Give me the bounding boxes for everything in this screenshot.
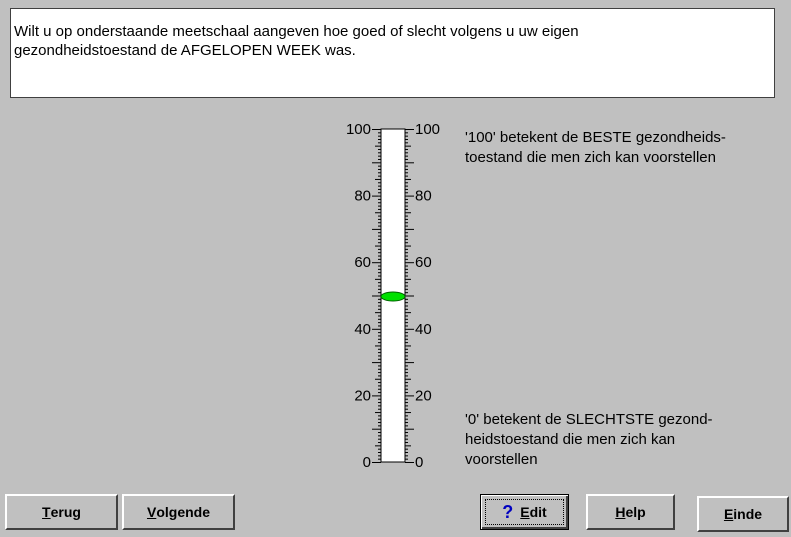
worst-description: '0' betekent de SLECHTSTE gezond- heidst… — [465, 410, 775, 470]
worst-description-line-2: heidstoestand die men zich kan — [465, 431, 676, 448]
edit-button[interactable]: ? Edit — [480, 494, 569, 530]
worst-description-line-3: voorstellen — [465, 451, 538, 468]
help-button[interactable]: Help — [586, 494, 675, 530]
worst-description-line-1: '0' betekent de SLECHTSTE gezond- — [465, 411, 713, 428]
scale-marker[interactable] — [380, 291, 406, 302]
best-description: '100' betekent de BESTE gezondheids- toe… — [465, 128, 775, 168]
edit-button-accel: E — [520, 504, 530, 520]
exit-button-accel: E — [723, 506, 734, 522]
scale-label-left: 40 — [354, 321, 371, 338]
help-button-label: elp — [625, 504, 646, 520]
scale-label-left: 100 — [346, 121, 371, 138]
scale-label-right: 20 — [415, 387, 432, 404]
exit-button[interactable]: Einde — [697, 496, 789, 532]
scale-label-right: 100 — [415, 121, 440, 138]
edit-button-label: dit — [529, 504, 547, 520]
question-mark-icon: ? — [502, 501, 514, 522]
scale-label-right: 60 — [415, 254, 432, 271]
scale-label-right: 40 — [415, 321, 432, 338]
next-button-accel: V — [146, 504, 157, 520]
best-description-line-2: toestand die men zich kan voorstellen — [465, 149, 716, 166]
help-button-accel: H — [615, 504, 626, 520]
back-button[interactable]: Terug — [5, 494, 118, 530]
scale-label-left: 60 — [354, 254, 371, 271]
scale-label-left: 20 — [354, 387, 371, 404]
next-button-label: olgende — [156, 504, 210, 520]
best-description-line-1: '100' betekent de BESTE gezondheids- — [465, 129, 726, 146]
next-button[interactable]: Volgende — [122, 494, 235, 530]
back-button-accel: T — [42, 504, 51, 520]
exit-button-label: inde — [733, 506, 763, 522]
scale-label-right: 80 — [415, 188, 432, 205]
scale-label-left: 0 — [363, 454, 371, 471]
scale-label-left: 80 — [354, 188, 371, 205]
back-button-label: erug — [50, 504, 81, 520]
scale-label-right: 0 — [415, 454, 423, 471]
